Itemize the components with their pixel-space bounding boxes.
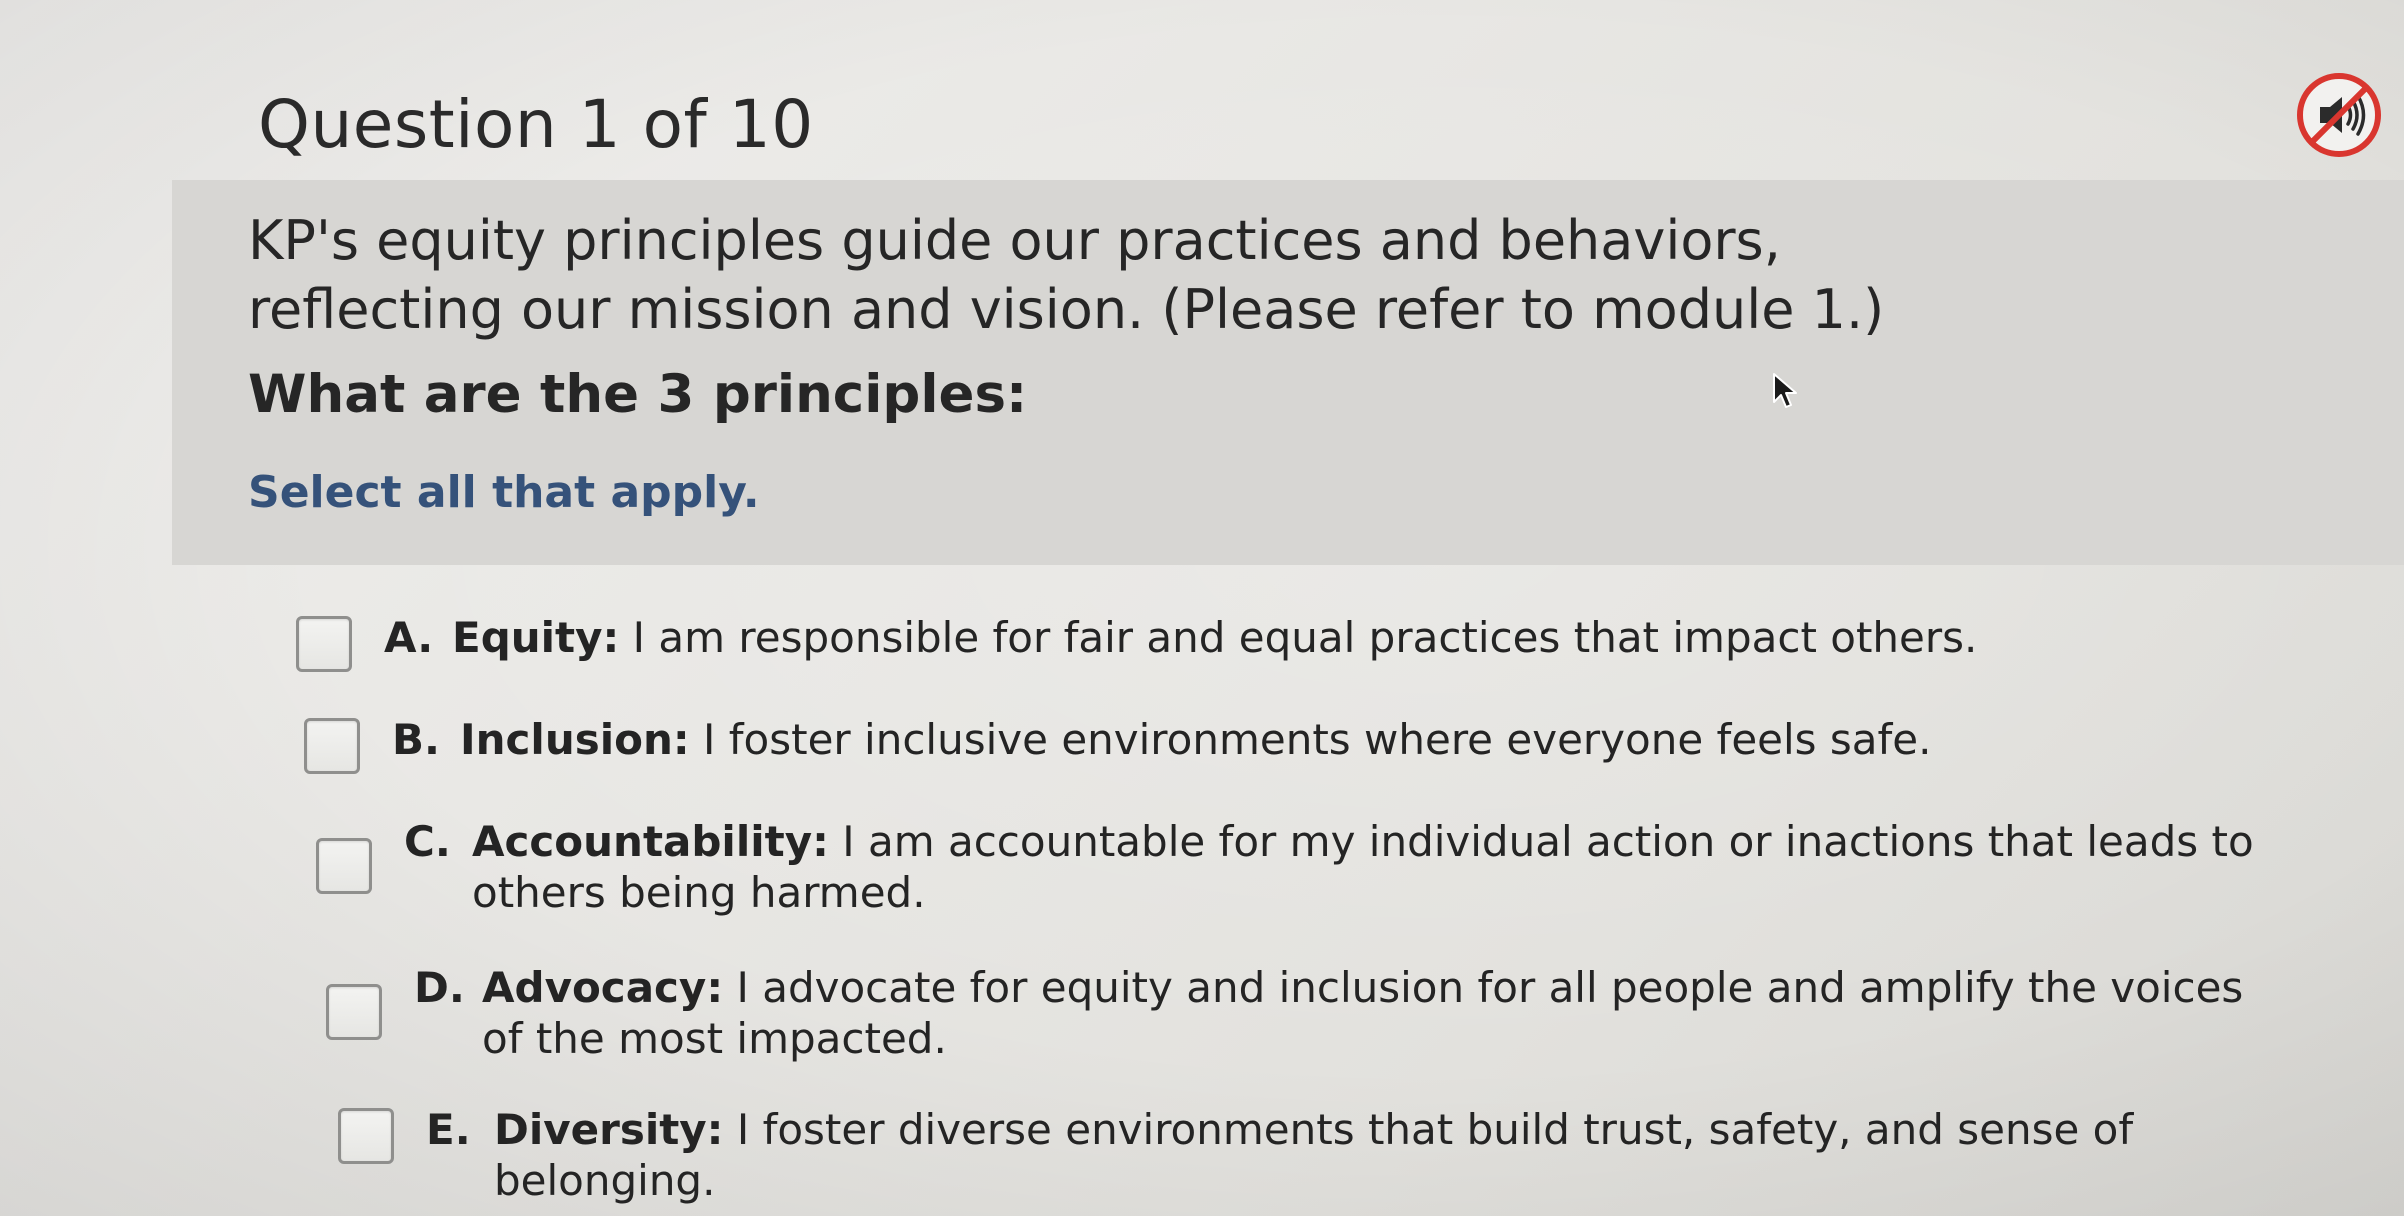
mouse-pointer-icon	[1773, 373, 1797, 408]
option-b[interactable]: B. Inclusion: I foster inclusive environ…	[304, 714, 1932, 774]
option-b-checkbox[interactable]	[304, 718, 360, 774]
option-a[interactable]: A. Equity: I am responsible for fair and…	[296, 612, 1977, 672]
option-d-checkbox[interactable]	[326, 984, 382, 1040]
option-e-checkbox[interactable]	[338, 1108, 394, 1164]
option-c-checkbox[interactable]	[316, 838, 372, 894]
option-letter: A.	[384, 613, 434, 662]
option-description: I am responsible for fair and equal prac…	[619, 613, 1978, 662]
option-d-content: D. Advocacy: I advocate for equity and i…	[414, 962, 2282, 1064]
question-prompt: What are the 3 principles:	[248, 364, 1028, 425]
option-term: Accountability:	[472, 817, 829, 866]
option-c[interactable]: C. Accountability: I am accountable for …	[316, 816, 2292, 918]
option-a-content: A. Equity: I am responsible for fair and…	[384, 612, 1977, 663]
question-stem: KP's equity principles guide our practic…	[248, 206, 2048, 344]
option-letter: B.	[392, 715, 440, 764]
option-description: I foster inclusive environments where ev…	[689, 715, 1932, 764]
option-a-checkbox[interactable]	[296, 616, 352, 672]
option-term: Inclusion:	[460, 715, 690, 764]
option-description: I advocate for equity and inclusion for …	[482, 963, 2244, 1063]
option-term: Diversity:	[494, 1105, 724, 1154]
question-stem-line-1: KP's equity principles guide our practic…	[248, 209, 1781, 272]
option-c-content: C. Accountability: I am accountable for …	[404, 816, 2292, 918]
option-e-content: E. Diversity: I foster diverse environme…	[426, 1104, 2294, 1206]
option-letter: E.	[426, 1105, 471, 1154]
page-title: Question 1 of 10	[258, 86, 814, 163]
question-panel: KP's equity principles guide our practic…	[172, 180, 2404, 565]
option-e[interactable]: E. Diversity: I foster diverse environme…	[338, 1104, 2294, 1206]
option-d[interactable]: D. Advocacy: I advocate for equity and i…	[326, 962, 2282, 1064]
muted-speaker-icon	[2297, 73, 2381, 157]
option-label: Accountability: I am accountable for my …	[472, 816, 2292, 918]
option-label: Diversity: I foster diverse environments…	[494, 1104, 2294, 1206]
option-description: I foster diverse environments that build…	[494, 1105, 2134, 1205]
option-letter: D.	[414, 963, 465, 1012]
option-term: Equity:	[452, 613, 620, 662]
option-letter: C.	[404, 817, 451, 866]
option-label: Inclusion: I foster inclusive environmen…	[460, 714, 1932, 765]
option-label: Advocacy: I advocate for equity and incl…	[482, 962, 2282, 1064]
option-b-content: B. Inclusion: I foster inclusive environ…	[392, 714, 1932, 765]
option-term: Advocacy:	[482, 963, 724, 1012]
audio-toggle-button[interactable]	[2296, 72, 2382, 158]
option-label: Equity: I am responsible for fair and eq…	[452, 612, 1977, 663]
question-stem-line-2: reflecting our mission and vision. (Plea…	[248, 278, 1885, 341]
select-instruction: Select all that apply.	[248, 467, 760, 518]
